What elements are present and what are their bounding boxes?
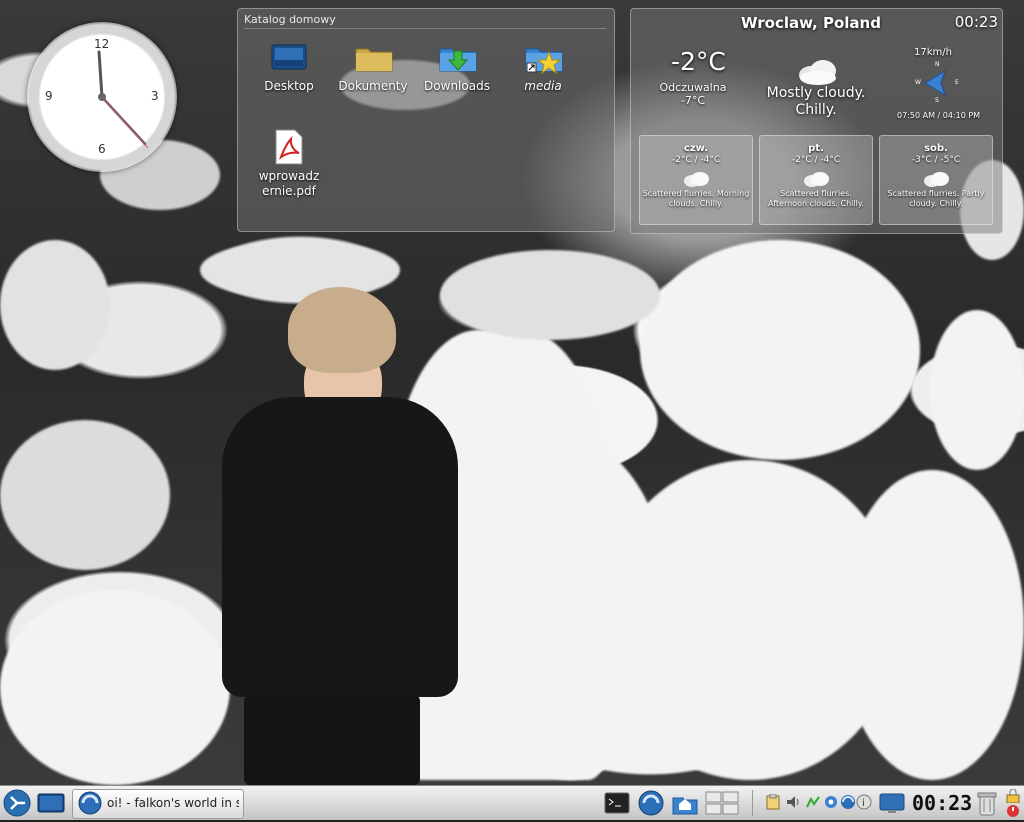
- trash-icon: [977, 792, 997, 816]
- favorites-folder-icon: [525, 43, 563, 75]
- taskbar-separator: [752, 790, 753, 816]
- weather-city: Wroclaw, Poland: [741, 14, 881, 32]
- trash-button[interactable]: [976, 789, 998, 817]
- show-desktop-button[interactable]: [36, 789, 66, 817]
- taskbar: oi! - falkon's world in s i 00:23: [0, 785, 1024, 820]
- home-folder-button[interactable]: [670, 789, 700, 817]
- taskbar-task-browser[interactable]: oi! - falkon's world in s: [72, 789, 244, 819]
- weather-condition: Mostly cloudy. Chilly.: [766, 85, 866, 118]
- settings-gear-icon[interactable]: [823, 794, 839, 810]
- current-temperature: -2°C: [671, 47, 726, 76]
- downloads-folder-icon: [439, 43, 477, 75]
- weather-time: 00:23: [954, 13, 998, 31]
- folder-item-downloads[interactable]: Downloads: [418, 43, 496, 94]
- cloud-icon: [793, 57, 843, 87]
- desktop-icon: [37, 793, 65, 813]
- monitor-icon: [879, 793, 905, 813]
- pdf-icon: [271, 129, 307, 165]
- desktop-icon: [271, 43, 307, 75]
- clock-hands: [97, 50, 149, 149]
- forecast-day: czw. -2°C / -4°C Scattered flurries. Mor…: [639, 135, 753, 225]
- cloud-icon: [680, 171, 712, 187]
- browser-launcher-button[interactable]: [636, 789, 666, 817]
- power-icon: [1007, 805, 1019, 817]
- person-photo: [220, 285, 460, 785]
- feels-like: Odczuwalna -7°C: [659, 81, 727, 107]
- lock-button[interactable]: [1004, 788, 1022, 804]
- wind-speed: 17km/h: [914, 47, 952, 58]
- browser-icon: [638, 790, 664, 816]
- terminal-button[interactable]: [603, 789, 631, 817]
- cloud-icon: [920, 171, 952, 187]
- folder-item-media[interactable]: media: [504, 43, 582, 94]
- kde-menu-button[interactable]: [2, 789, 32, 817]
- taskbar-clock[interactable]: 00:23: [912, 791, 972, 815]
- folder-item-pdf[interactable]: wprowadz ernie.pdf: [250, 129, 328, 199]
- analog-clock-widget[interactable]: 12 3 6 9: [27, 22, 177, 172]
- wind-compass-icon: N E S W: [915, 61, 959, 104]
- weather-widget[interactable]: Wroclaw, Poland 00:23 -2°C Odczuwalna -7…: [630, 8, 1003, 234]
- browser-icon: [78, 791, 102, 815]
- lock-icon: [1006, 788, 1020, 804]
- svg-text:i: i: [862, 798, 865, 809]
- home-folder-icon: [672, 797, 698, 815]
- virtual-desktops-icon: [705, 791, 739, 815]
- info-icon[interactable]: i: [856, 794, 872, 810]
- folder-item-desktop[interactable]: Desktop: [250, 43, 328, 94]
- sunrise-sunset: 07:50 AM / 04:10 PM: [897, 111, 981, 120]
- folder-icon: [355, 43, 393, 75]
- logout-button[interactable]: [1004, 803, 1022, 817]
- cloud-icon: [800, 171, 832, 187]
- network-icon[interactable]: [805, 794, 821, 810]
- volume-icon[interactable]: [785, 794, 801, 810]
- forecast-day: pt. -2°C / -4°C Scattered flurries. Afte…: [759, 135, 873, 225]
- folder-item-dokumenty[interactable]: Dokumenty: [334, 43, 412, 94]
- browser-tray-icon[interactable]: [840, 794, 856, 810]
- folder-view-title: Katalog domowy: [244, 13, 606, 29]
- pager[interactable]: [704, 789, 740, 817]
- terminal-icon: [604, 792, 630, 814]
- clipboard-icon[interactable]: [765, 793, 781, 810]
- screen-button[interactable]: [878, 789, 906, 817]
- folder-view-widget[interactable]: Katalog domowy Desktop Dokumenty Downloa…: [237, 8, 615, 232]
- forecast-day: sob. -3°C / -5°C Scattered flurries. Par…: [879, 135, 993, 225]
- kde-logo-icon: [3, 789, 31, 817]
